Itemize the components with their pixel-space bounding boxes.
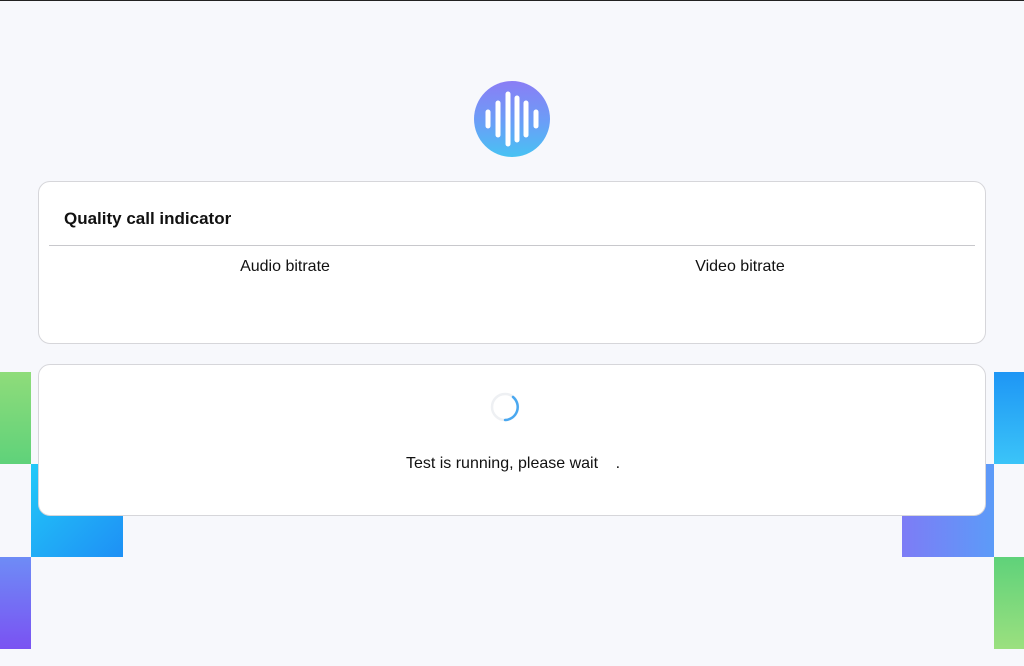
video-bitrate-label: Video bitrate: [695, 258, 785, 275]
decor-block-left-top: [0, 372, 31, 464]
audio-bitrate-label: Audio bitrate: [240, 258, 330, 275]
decor-block-right-top: [994, 372, 1024, 464]
decor-block-right-bottom: [994, 557, 1024, 649]
sound-wave-logo: [474, 81, 550, 157]
top-border: [0, 0, 1024, 1]
sound-wave-icon: [485, 91, 539, 147]
quality-indicator-card: Quality call indicator Audio bitrate Vid…: [38, 181, 986, 344]
status-message-text: Test is running, please wait: [405, 455, 599, 472]
test-status-card: Test is running, please wait.: [38, 364, 986, 516]
decor-block-left-bottom: [0, 557, 31, 649]
status-progress-dots: .: [615, 455, 621, 472]
quality-card-title: Quality call indicator: [64, 209, 232, 228]
loading-spinner-icon: [490, 392, 520, 422]
test-status-message: Test is running, please wait.: [39, 455, 987, 473]
quality-card-divider: [49, 245, 975, 246]
